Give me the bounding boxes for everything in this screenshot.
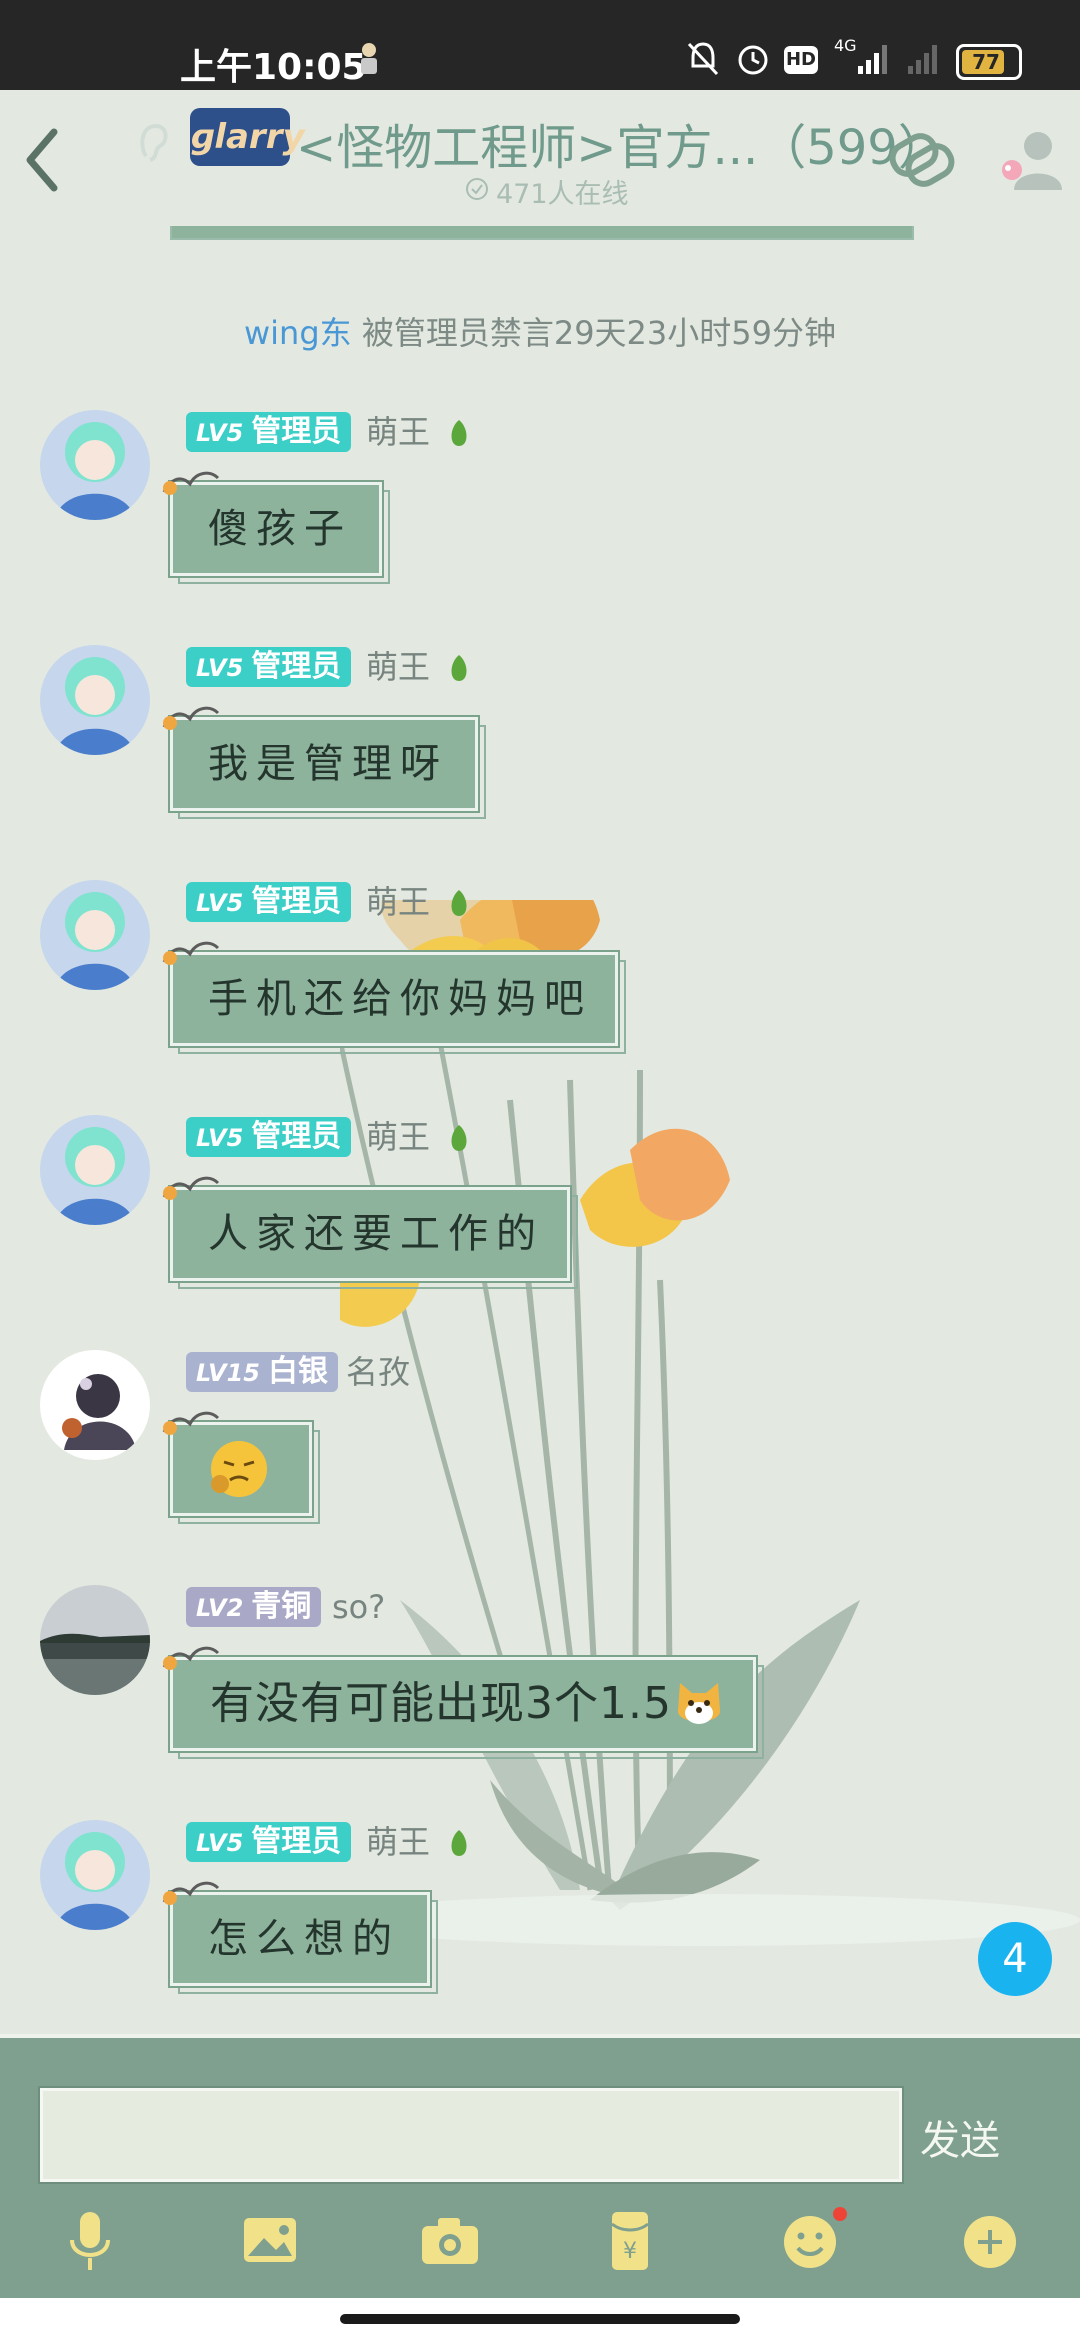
message-row: LV5 管理员 萌王 我是管理呀 bbox=[0, 635, 1080, 845]
sender-name[interactable]: 萌王 bbox=[366, 1822, 430, 1862]
huffing-emoji-icon bbox=[211, 1441, 267, 1497]
back-icon[interactable] bbox=[12, 120, 72, 200]
admin-tag: LV5 管理员 bbox=[186, 1117, 352, 1157]
message-text: 人家还要工作的 bbox=[208, 1211, 544, 1257]
network-label: 4G bbox=[834, 36, 857, 55]
admin-tag: LV5 管理员 bbox=[186, 412, 352, 452]
message-bubble[interactable]: 有没有可能出现3个1.5 bbox=[162, 1646, 764, 1759]
mute-bell-icon bbox=[687, 42, 719, 76]
message-row: LV5 管理员 萌王 人家还要工作的 bbox=[0, 1105, 1080, 1315]
svg-text:¥: ¥ bbox=[623, 2239, 637, 2264]
message-row: LV15 白银 名孜 bbox=[0, 1340, 1080, 1550]
silver-tag: LV15 白银 bbox=[186, 1352, 338, 1392]
sender-name[interactable]: 萌王 bbox=[366, 412, 430, 452]
online-icon bbox=[466, 178, 488, 200]
send-button[interactable]: 发送 bbox=[910, 2108, 1010, 2166]
bronze-tag: LV2 青铜 bbox=[186, 1587, 322, 1627]
sprout-badge-icon bbox=[451, 1830, 467, 1856]
notification-icon bbox=[361, 43, 377, 74]
hd-icon: HD bbox=[784, 46, 818, 74]
microphone-icon[interactable] bbox=[50, 2206, 130, 2276]
message-row: LV5 管理员 萌王 怎么想的 bbox=[0, 1810, 1080, 2020]
composer-divider bbox=[0, 2034, 1080, 2038]
message-row: LV2 青铜 so? 有没有可能出现3个1.5 bbox=[0, 1575, 1080, 1785]
share-link-icon[interactable] bbox=[884, 126, 958, 192]
sender-name[interactable]: 名孜 bbox=[346, 1352, 410, 1392]
status-bar: 上午10:05 HD 4G 77 bbox=[0, 0, 1080, 90]
avatar[interactable] bbox=[40, 1350, 150, 1460]
ear-icon[interactable] bbox=[134, 118, 174, 168]
message-text: 有没有可能出现3个1.5 bbox=[210, 1678, 672, 1729]
group-logo: ɡlarry bbox=[190, 108, 305, 166]
system-message-text: 被管理员禁言29天23小时59分钟 bbox=[351, 314, 836, 352]
avatar[interactable] bbox=[40, 410, 150, 520]
online-count: 471人在线 bbox=[496, 179, 629, 210]
admin-tag: LV5 管理员 bbox=[186, 1822, 352, 1862]
message-text: 手机还给你妈妈吧 bbox=[208, 976, 592, 1022]
message-bubble[interactable]: 人家还要工作的 bbox=[162, 1176, 578, 1289]
system-message: wing东 被管理员禁言29天23小时59分钟 bbox=[0, 308, 1080, 354]
group-members-icon[interactable] bbox=[994, 124, 1066, 196]
message-bubble[interactable]: 怎么想的 bbox=[162, 1881, 438, 1994]
battery-icon: 77 bbox=[956, 44, 1022, 80]
battery-level: 77 bbox=[972, 50, 1000, 74]
dog-face-emoji-icon bbox=[678, 1683, 720, 1724]
message-text: 我是管理呀 bbox=[208, 741, 448, 787]
unread-count-badge[interactable]: 4 bbox=[978, 1922, 1052, 1996]
image-icon[interactable] bbox=[230, 2206, 310, 2276]
sprout-badge-icon bbox=[451, 655, 467, 681]
alarm-icon bbox=[738, 45, 768, 75]
camera-icon[interactable] bbox=[410, 2206, 490, 2276]
message-row: LV5 管理员 萌王 手机还给你妈妈吧 bbox=[0, 870, 1080, 1080]
sender-name[interactable]: 萌王 bbox=[366, 1117, 430, 1157]
previous-bubble-edge bbox=[170, 226, 914, 240]
sender-name[interactable]: so? bbox=[332, 1587, 385, 1627]
status-time: 上午10:05 bbox=[180, 47, 367, 88]
admin-tag: LV5 管理员 bbox=[186, 647, 352, 687]
avatar[interactable] bbox=[40, 1115, 150, 1225]
sprout-badge-icon bbox=[451, 420, 467, 446]
sender-name[interactable]: 萌王 bbox=[366, 647, 430, 687]
avatar[interactable] bbox=[40, 645, 150, 755]
plus-icon[interactable] bbox=[950, 2206, 1030, 2276]
red-packet-icon[interactable]: ¥ bbox=[590, 2206, 670, 2276]
signal-icon-2 bbox=[908, 45, 937, 74]
message-text: 傻孩子 bbox=[208, 506, 352, 552]
message-row: LV5 管理员 萌王 傻孩子 bbox=[0, 400, 1080, 610]
avatar[interactable] bbox=[40, 1585, 150, 1695]
signal-icon bbox=[858, 45, 887, 74]
avatar[interactable] bbox=[40, 880, 150, 990]
message-bubble[interactable]: 手机还给你妈妈吧 bbox=[162, 941, 626, 1054]
message-text: 怎么想的 bbox=[208, 1916, 400, 1962]
admin-tag: LV5 管理员 bbox=[186, 882, 352, 922]
emoji-icon[interactable] bbox=[770, 2206, 850, 2276]
avatar[interactable] bbox=[40, 1820, 150, 1930]
sender-name[interactable]: 萌王 bbox=[366, 882, 430, 922]
message-bubble[interactable]: 傻孩子 bbox=[162, 471, 390, 584]
home-indicator[interactable] bbox=[340, 2314, 740, 2324]
muted-user-link[interactable]: wing东 bbox=[244, 314, 352, 352]
sprout-badge-icon bbox=[451, 890, 467, 916]
sprout-badge-icon bbox=[451, 1125, 467, 1151]
message-bubble[interactable] bbox=[162, 1411, 320, 1524]
message-bubble[interactable]: 我是管理呀 bbox=[162, 706, 486, 819]
message-input[interactable] bbox=[40, 2088, 902, 2182]
